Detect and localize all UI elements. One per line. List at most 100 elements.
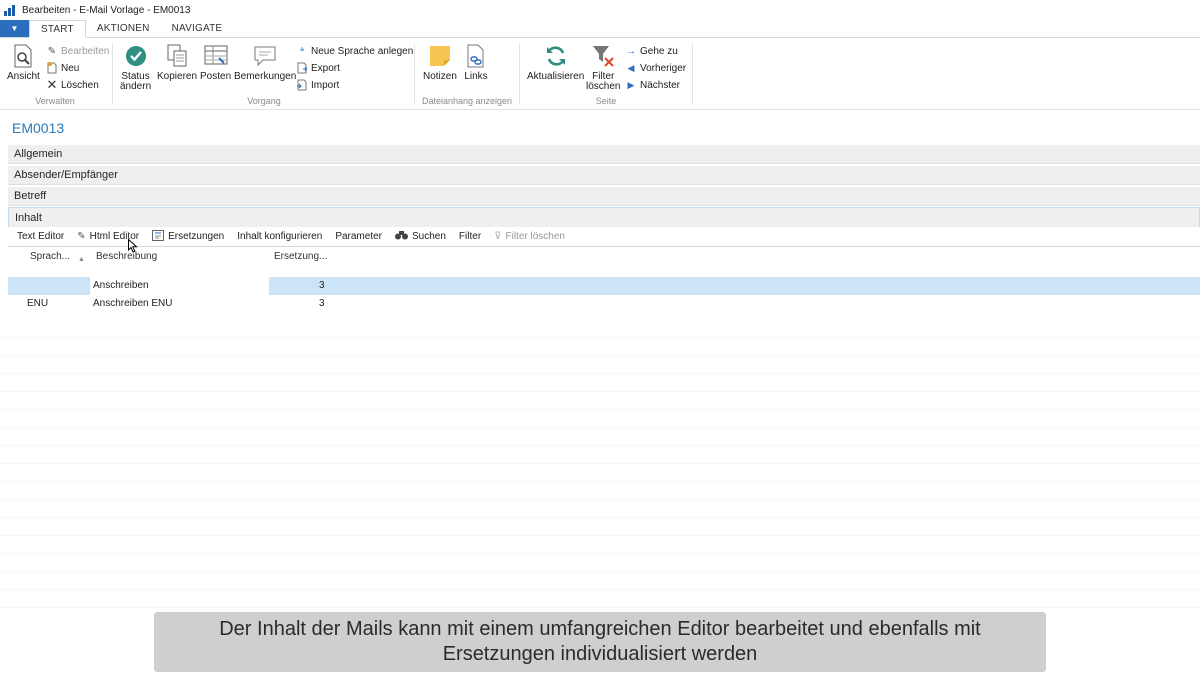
bearbeiten-label: Bearbeiten <box>61 45 110 57</box>
ersetzungen-button[interactable]: Ersetzungen <box>152 229 225 244</box>
group-dateianhang: Notizen Links Dateianhang anzeigen <box>416 41 518 108</box>
vorheriger-label: Vorheriger <box>640 62 687 74</box>
subtitle-caption: Der Inhalt der Mails kann mit einem umfa… <box>154 612 1046 672</box>
naechster-button[interactable]: ▶ Nächster <box>625 79 680 91</box>
section-absender-empfaenger[interactable]: Absender/Empfänger <box>8 166 1200 185</box>
ersetzungen-label: Ersetzungen <box>168 231 225 242</box>
kopieren-label: Kopieren <box>157 71 198 82</box>
tab-navigate[interactable]: NAVIGATE <box>161 20 234 37</box>
links-button[interactable]: Links <box>464 44 488 82</box>
bearbeiten-button[interactable]: ✎ Bearbeiten <box>46 45 110 57</box>
link-document-icon <box>464 44 488 68</box>
notizen-button[interactable]: Notizen <box>423 44 457 82</box>
aktualisieren-button[interactable]: Aktualisieren <box>527 44 584 82</box>
table-row[interactable]: Anschreiben 3 <box>8 277 1200 295</box>
kopieren-button[interactable]: Kopieren <box>157 44 197 82</box>
notizen-label: Notizen <box>423 71 457 82</box>
bemerkungen-label: Bemerkungen <box>234 71 297 82</box>
delete-x-icon: ✕ <box>46 77 58 92</box>
ribbon-separator <box>112 44 113 104</box>
section-inhalt-label: Inhalt <box>15 211 42 224</box>
bemerkungen-button[interactable]: Bemerkungen <box>234 44 296 82</box>
suchen-button[interactable]: Suchen <box>395 230 446 243</box>
export-button[interactable]: Export <box>296 62 340 74</box>
ribbon-separator <box>692 44 693 104</box>
record-title: EM0013 <box>12 120 65 136</box>
filter-loeschen-sub-button[interactable]: ⊽ Filter löschen <box>494 231 565 242</box>
neu-button[interactable]: Neu <box>46 62 79 74</box>
table-header: Sprach... ▲ Beschreibung Ersetzung... <box>8 247 1200 275</box>
text-editor-button[interactable]: Text Editor <box>17 231 64 242</box>
refresh-icon <box>544 44 568 68</box>
section-allgemein-label: Allgemein <box>14 148 63 160</box>
tab-start[interactable]: START <box>29 20 86 38</box>
chevron-down-icon: ▼ <box>10 24 19 33</box>
ribbon-tabs: ▼ START AKTIONEN NAVIGATE <box>0 20 1200 38</box>
section-inhalt[interactable]: Inhalt <box>8 207 1200 227</box>
section-betreff[interactable]: Betreff <box>8 187 1200 206</box>
pencil-icon: ✎ <box>77 231 86 242</box>
group-label-seite: Seite <box>595 96 617 106</box>
group-vorgang: Status ändern Kopieren Posten Bemerkunge… <box>114 41 414 108</box>
cell-ersetzungen: 3 <box>319 298 325 309</box>
ansicht-label: Ansicht <box>7 71 40 82</box>
clear-filter-icon <box>591 44 615 68</box>
title-bar: Bearbeiten - E-Mail Vorlage - EM0013 <box>0 0 1200 20</box>
import-button[interactable]: Import <box>296 79 339 91</box>
comment-bubble-icon <box>253 44 277 68</box>
posten-label: Posten <box>200 71 232 82</box>
inhalt-konfigurieren-label: Inhalt konfigurieren <box>237 231 323 242</box>
pencil-icon: ✎ <box>47 45 57 57</box>
ansicht-button[interactable]: Ansicht <box>7 44 40 82</box>
app-menu-button[interactable]: ▼ <box>0 20 29 37</box>
arrow-right-icon: → <box>626 45 636 57</box>
group-label-verwalten: Verwalten <box>35 96 75 106</box>
posten-button[interactable]: Posten <box>200 44 231 82</box>
section-allgemein[interactable]: Allgemein <box>8 145 1200 164</box>
status-aendern-button[interactable]: Status ändern <box>120 44 151 92</box>
status-label-2: ändern <box>120 81 152 92</box>
triangle-left-icon: ◀ <box>627 62 635 73</box>
mouse-cursor-icon <box>128 239 138 253</box>
inhalt-konfigurieren-button[interactable]: Inhalt konfigurieren <box>237 231 322 242</box>
loeschen-button[interactable]: ✕ Löschen <box>46 77 99 92</box>
subpage-toolbar: Text Editor ✎ Html Editor Ersetzungen In… <box>8 227 1200 247</box>
aktualisieren-label: Aktualisieren <box>527 71 585 82</box>
ledger-table-icon <box>204 44 228 68</box>
filter-button-label: Filter <box>458 231 482 242</box>
view-document-icon <box>11 44 35 68</box>
table-row[interactable]: ENU Anschreiben ENU 3 <box>8 295 1200 313</box>
filter-button[interactable]: Filter <box>459 231 481 242</box>
gehe-zu-button[interactable]: → Gehe zu <box>625 45 678 57</box>
column-header-sprache[interactable]: Sprach... <box>30 251 70 262</box>
vorheriger-button[interactable]: ◀ Vorheriger <box>625 62 687 74</box>
column-header-ersetzungen[interactable]: Ersetzung... <box>274 251 327 262</box>
neu-label: Neu <box>61 62 80 74</box>
binoculars-icon <box>395 230 408 243</box>
triangle-right-icon: ▶ <box>627 79 635 90</box>
filter-label-2: löschen <box>586 81 621 92</box>
cell-beschreibung: Anschreiben <box>93 280 149 291</box>
status-check-icon <box>124 44 148 68</box>
replace-list-icon <box>152 229 165 244</box>
cell-sprache: ENU <box>27 298 49 309</box>
export-label: Export <box>311 62 340 74</box>
neue-sprache-label: Neue Sprache anlegen <box>311 45 414 57</box>
export-document-icon <box>296 62 308 74</box>
import-document-icon <box>296 79 308 91</box>
links-label: Links <box>464 71 488 82</box>
window-title: Bearbeiten - E-Mail Vorlage - EM0013 <box>22 4 191 16</box>
column-header-beschreibung[interactable]: Beschreibung <box>96 251 157 262</box>
filter-loeschen-button[interactable]: Filter löschen <box>586 44 620 92</box>
section-absender-label: Absender/Empfänger <box>14 169 118 181</box>
section-betreff-label: Betreff <box>14 190 47 202</box>
cell-beschreibung: Anschreiben ENU <box>93 298 173 309</box>
language-icon: ª <box>300 46 304 56</box>
neue-sprache-button[interactable]: ª Neue Sprache anlegen <box>296 45 413 57</box>
tab-aktionen[interactable]: AKTIONEN <box>86 20 161 37</box>
ribbon: Ansicht ✎ Bearbeiten Neu ✕ Löschen Verwa… <box>0 38 1200 110</box>
parameter-button[interactable]: Parameter <box>335 231 382 242</box>
caption-line-2: Ersetzungen individualisiert werden <box>442 643 758 665</box>
ribbon-separator <box>414 44 415 104</box>
filter-loeschen-sub-label: Filter löschen <box>505 231 565 242</box>
